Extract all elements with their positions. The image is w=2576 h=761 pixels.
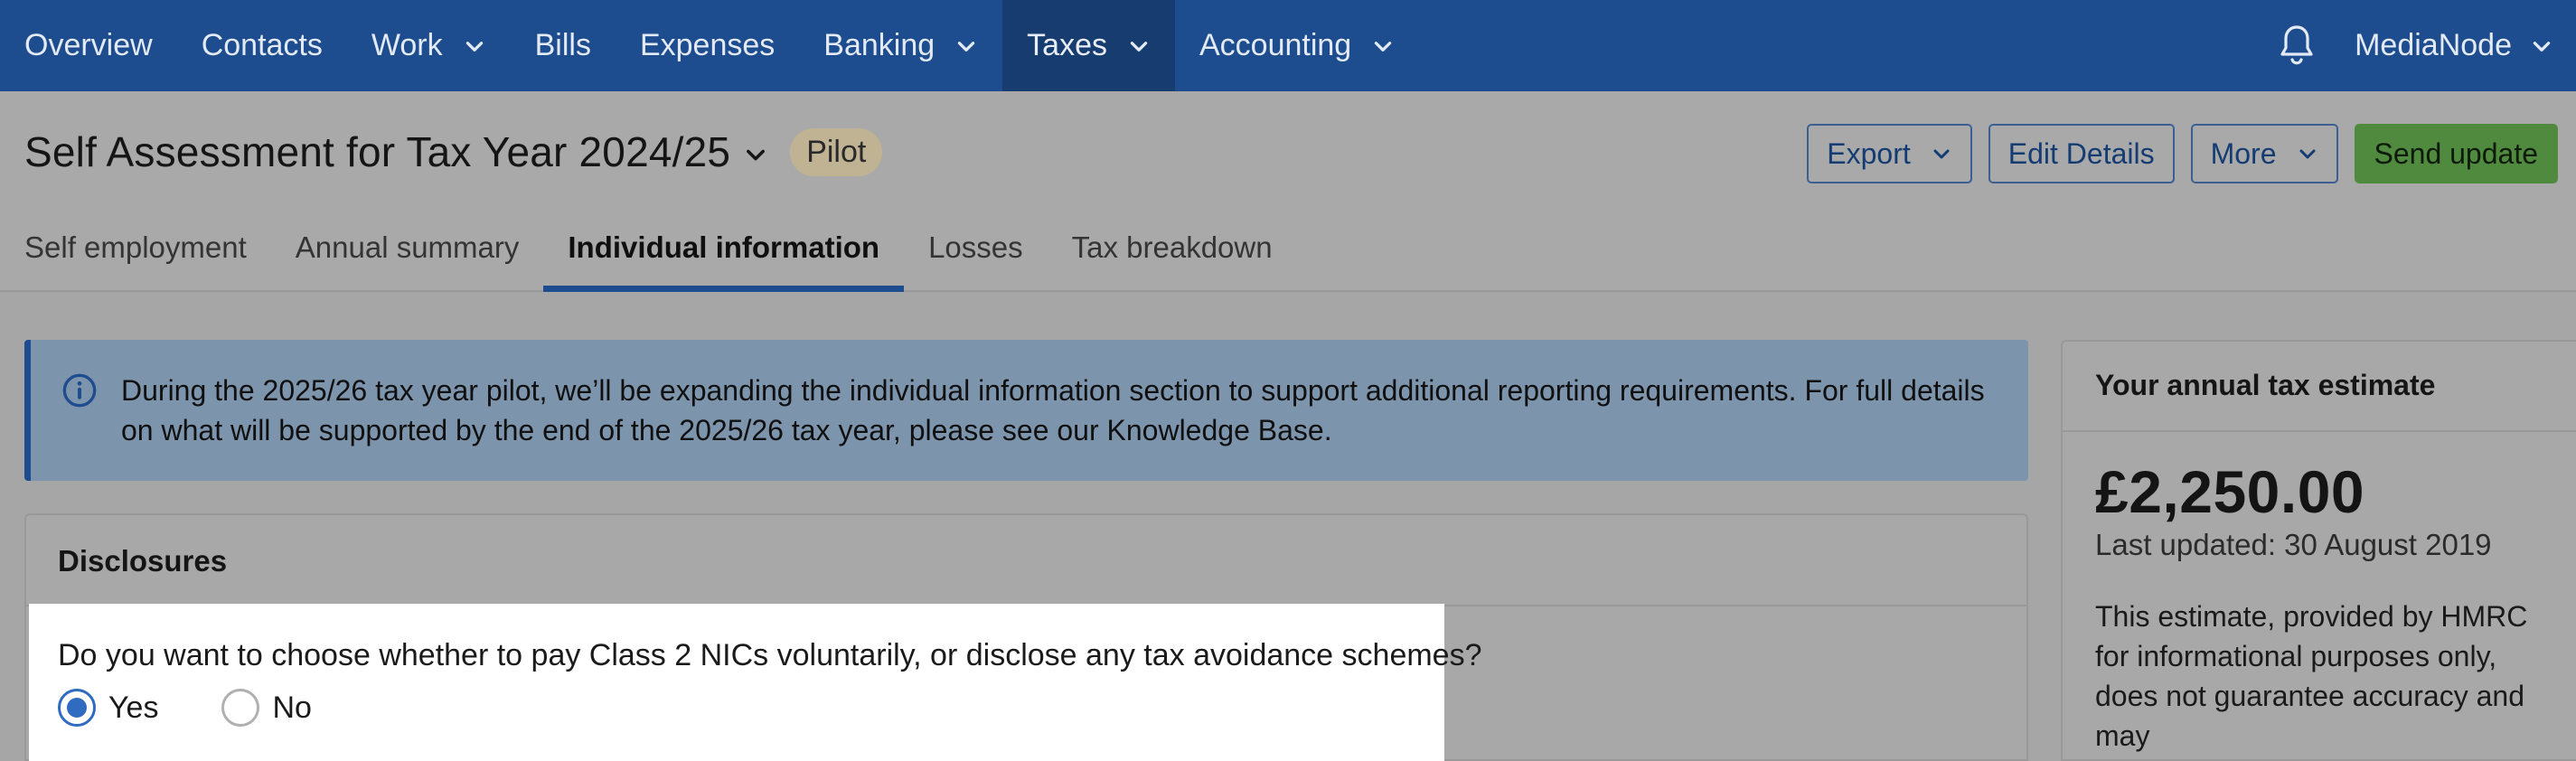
tax-estimate-card: Your annual tax estimate £2,250.00 Last … xyxy=(2061,340,2576,761)
export-button[interactable]: Export xyxy=(1807,124,1972,183)
info-banner: During the 2025/26 tax year pilot, we’ll… xyxy=(24,340,2028,481)
tab-label: Tax breakdown xyxy=(1071,230,1273,264)
chevron-down-icon xyxy=(957,41,975,52)
nav-item-overview[interactable]: Overview xyxy=(0,0,177,91)
pilot-badge: Pilot xyxy=(790,127,883,176)
notifications-button[interactable] xyxy=(2239,0,2355,91)
radio-option-no[interactable]: No xyxy=(221,689,312,727)
tab-individual-information[interactable]: Individual information xyxy=(543,209,904,292)
nav-label: Expenses xyxy=(639,28,776,62)
tab-label: Annual summary xyxy=(295,230,520,264)
account-name: MediaNode xyxy=(2355,28,2512,62)
nav-item-bills[interactable]: Bills xyxy=(511,0,616,91)
nav-label: Accounting xyxy=(1199,28,1352,62)
chevron-down-icon xyxy=(1375,41,1392,52)
disclosure-radio-group: Yes No xyxy=(58,689,375,727)
edit-details-button[interactable]: Edit Details xyxy=(1988,124,2175,183)
send-update-label: Send update xyxy=(2374,136,2539,170)
page-header: Self Assessment for Tax Year 2024/25 Pil… xyxy=(0,91,2576,292)
nav-item-expenses[interactable]: Expenses xyxy=(616,0,799,91)
disclosure-question-panel: Do you want to choose whether to pay Cla… xyxy=(29,604,1482,761)
radio-yes-label: Yes xyxy=(108,690,159,725)
estimate-amount: £2,250.00 xyxy=(2095,458,2365,525)
tab-label: Self employment xyxy=(24,230,247,264)
divider xyxy=(2063,430,2576,432)
chevron-down-icon xyxy=(2299,149,2315,159)
radio-no-label: No xyxy=(272,690,312,725)
header-actions: Export Edit Details More Send update xyxy=(1807,124,2558,183)
chevron-down-icon xyxy=(2533,41,2551,52)
tab-label: Losses xyxy=(928,230,1023,264)
tab-label: Individual information xyxy=(568,230,880,264)
nav-right: MediaNode xyxy=(2239,0,2576,91)
nav-item-contacts[interactable]: Contacts xyxy=(177,0,347,91)
page-title: Self Assessment for Tax Year 2024/25 xyxy=(24,128,731,175)
tab-self-employment[interactable]: Self employment xyxy=(0,209,271,292)
top-navigation: Overview Contacts Work Bills Expenses Ba… xyxy=(0,0,2576,91)
nav-item-banking[interactable]: Banking xyxy=(799,0,1002,91)
nav-item-accounting[interactable]: Accounting xyxy=(1175,0,1419,91)
radio-no[interactable] xyxy=(221,689,260,727)
radio-option-yes[interactable]: Yes xyxy=(58,689,158,727)
chevron-down-icon xyxy=(465,41,483,52)
chevron-down-icon xyxy=(1130,41,1148,52)
disclosure-question: Do you want to choose whether to pay Cla… xyxy=(58,638,1482,672)
account-menu[interactable]: MediaNode xyxy=(2355,0,2576,91)
send-update-button[interactable]: Send update xyxy=(2354,124,2558,183)
nav-item-work[interactable]: Work xyxy=(347,0,511,91)
nav-label: Taxes xyxy=(1027,28,1107,62)
tab-tax-breakdown[interactable]: Tax breakdown xyxy=(1048,209,1297,292)
nav-label: Banking xyxy=(823,28,935,62)
radio-yes[interactable] xyxy=(58,689,96,727)
more-button[interactable]: More xyxy=(2190,124,2338,183)
estimate-last-updated: Last updated: 30 August 2019 xyxy=(2095,528,2492,561)
nav-item-taxes[interactable]: Taxes xyxy=(1002,0,1175,91)
disclosures-title: Disclosures xyxy=(58,544,228,578)
tab-bar: Self employment Annual summary Individua… xyxy=(0,209,1297,292)
nav-label: Work xyxy=(371,28,443,62)
nav-label: Bills xyxy=(534,28,591,62)
info-banner-text: During the 2025/26 tax year pilot, we’ll… xyxy=(121,374,1985,446)
export-label: Export xyxy=(1827,136,1911,170)
estimate-title: Your annual tax estimate xyxy=(2095,369,2436,401)
estimate-description: This estimate, provided by HMRC for info… xyxy=(2095,600,2528,752)
tab-annual-summary[interactable]: Annual summary xyxy=(271,209,544,292)
more-label: More xyxy=(2210,136,2277,170)
chevron-down-icon xyxy=(1933,149,1950,159)
nav-label: Contacts xyxy=(201,28,323,62)
title-row: Self Assessment for Tax Year 2024/25 Pil… xyxy=(24,127,883,176)
tab-losses[interactable]: Losses xyxy=(904,209,1048,292)
info-icon xyxy=(62,373,97,408)
nav-label: Overview xyxy=(24,28,153,62)
bell-icon xyxy=(2280,24,2313,64)
chevron-down-icon[interactable] xyxy=(743,142,768,167)
edit-details-label: Edit Details xyxy=(2007,136,2155,170)
